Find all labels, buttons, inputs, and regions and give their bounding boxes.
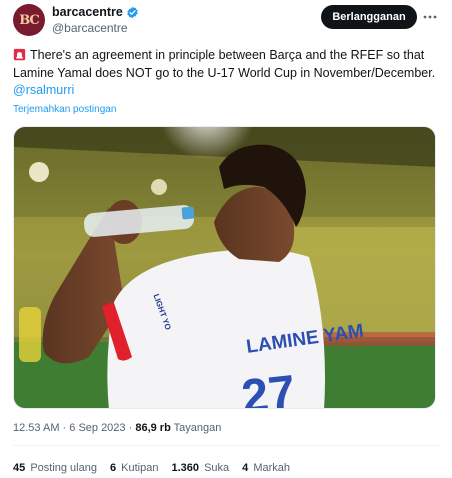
verified-badge-icon [127, 6, 138, 18]
tweet-header: BC barcacentre @barcacentre Berlangganan [13, 4, 439, 38]
reposts-stat[interactable]: 45 Posting ulang [13, 462, 97, 474]
post-time[interactable]: 12.53 AM [13, 422, 59, 434]
translate-link[interactable]: Terjemahkan postingan [13, 104, 116, 115]
likes-stat[interactable]: 1.360 Suka [171, 462, 229, 474]
bookmarks-label: Markah [253, 462, 291, 474]
more-horizontal-icon[interactable] [423, 9, 439, 23]
quotes-stat[interactable]: 6 Kutipan [110, 462, 159, 474]
account-handle[interactable]: @barcacentre [52, 21, 128, 35]
bookmarks-stat[interactable]: 4 Markah [242, 462, 290, 474]
quotes-label: Kutipan [121, 462, 159, 474]
siren-icon [13, 48, 26, 61]
view-count: 86,9 rb [135, 422, 171, 434]
quotes-count: 6 [109, 462, 117, 474]
reposts-label: Posting ulang [30, 462, 97, 474]
engagement-stats: 45 Posting ulang 6 Kutipan 1.360 Suka 4 … [13, 462, 303, 474]
post-date[interactable]: 6 Sep 2023 [69, 422, 125, 434]
photo-player-drinking: LAMINE YAM 27 LIGHT YO [14, 127, 435, 409]
subscribe-button[interactable]: Berlangganan [321, 5, 417, 29]
display-name[interactable]: barcacentre [52, 5, 123, 19]
likes-label: Suka [204, 462, 230, 474]
tweet-meta: 12.53 AM · 6 Sep 2023 · 86,9 rb Tayangan [13, 422, 222, 434]
tweet-body: There's an agreement in principle betwee… [13, 48, 436, 80]
divider [13, 445, 439, 446]
views-label: Tayangan [173, 422, 222, 434]
jersey-number: 27 [239, 366, 298, 409]
name-row: barcacentre [52, 5, 139, 19]
bookmarks-count: 4 [242, 462, 249, 474]
likes-count: 1.360 [171, 462, 200, 474]
tweet-text: There's an agreement in principle betwee… [13, 47, 441, 100]
avatar[interactable]: BC [13, 4, 45, 36]
mention-link[interactable]: @rsalmurri [13, 83, 74, 97]
reposts-count: 45 [13, 462, 26, 474]
tweet-photo[interactable]: LAMINE YAM 27 LIGHT YO [13, 126, 436, 409]
